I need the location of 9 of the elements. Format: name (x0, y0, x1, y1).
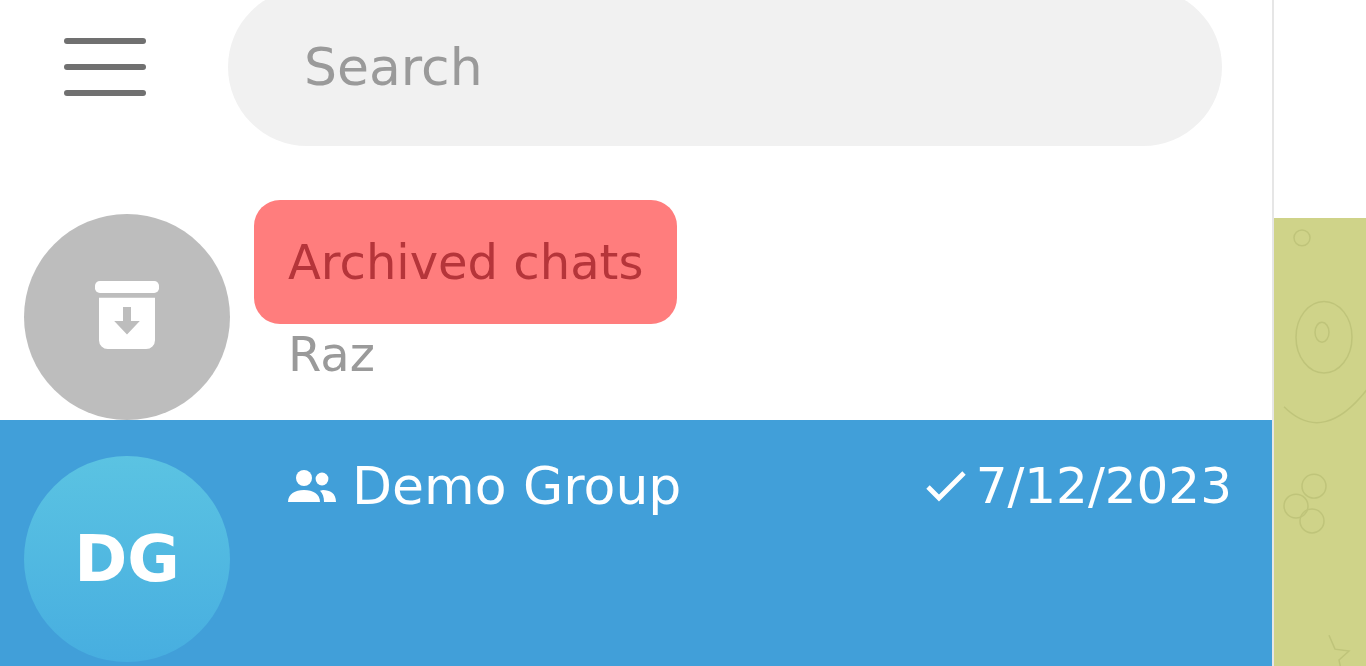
search-field[interactable]: Search (228, 0, 1222, 146)
chat-date: 7/12/2023 (975, 457, 1232, 515)
avatar-initials: DG (74, 522, 180, 596)
chat-preview: Raz (287, 326, 376, 382)
chat-title: Demo Group (352, 456, 682, 516)
chat-item[interactable]: DG Demo Group 7/12/2023 (0, 420, 1272, 666)
menu-icon[interactable] (64, 38, 146, 96)
group-icon (288, 468, 336, 504)
chat-title: Archived chats (254, 200, 678, 324)
